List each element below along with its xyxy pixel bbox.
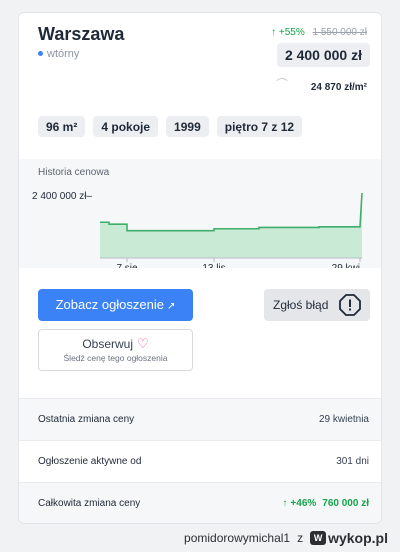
market-label: wtórny — [47, 48, 80, 60]
listing-tags: 96 m² 4 pokoje 1999 piętro 7 z 12 — [38, 116, 303, 137]
report-error-label: Zgłoś błąd — [273, 298, 329, 312]
view-listing-button[interactable]: Zobacz ogłoszenie ↗ — [38, 289, 193, 321]
market-dot-icon — [38, 51, 43, 56]
footer-via: z — [297, 531, 304, 545]
follow-label: Obserwuj — [82, 337, 134, 351]
tag-year: 1999 — [166, 116, 209, 137]
x-tick-label: 29 kwi — [332, 263, 360, 268]
old-price: 1 550 000 zł — [312, 27, 368, 38]
price-change: ↑ +55% 1 550 000 zł — [271, 27, 367, 38]
chart-line — [100, 192, 363, 232]
footer: pomidorowymichal1 z W wykop.pl — [184, 530, 388, 546]
stat-row-total-change: Całkowita zmiana ceny ↑ +46% 760 000 zł — [19, 482, 381, 523]
x-tick-label: 13 lis — [202, 263, 225, 268]
history-title: Historia cenowa — [38, 167, 110, 178]
stat-value: ↑ +46% 760 000 zł — [282, 498, 369, 509]
stat-row-last-change: Ostatnia zmiana ceny 29 kwietnia — [19, 398, 381, 440]
tag-area: 96 m² — [38, 116, 86, 137]
listing-card: Warszawa wtórny ↑ +55% 1 550 000 zł 2 40… — [18, 12, 382, 524]
external-link-icon: ↗ — [167, 301, 176, 312]
history-price-label: 2 400 000 zł– — [32, 191, 93, 202]
footer-user[interactable]: pomidorowymichal1 — [184, 531, 290, 545]
heart-icon: ♡ — [137, 336, 149, 351]
total-amount: 760 000 zł — [322, 498, 369, 509]
stat-label: Całkowita zmiana ceny — [38, 498, 141, 509]
warning-octagon-icon — [339, 294, 361, 316]
stat-label: Ostatnia zmiana ceny — [38, 414, 135, 425]
wykop-brand: wykop.pl — [328, 530, 388, 546]
stat-label: Ogłoszenie aktywne od — [38, 456, 142, 467]
wykop-logo[interactable]: W wykop.pl — [310, 530, 388, 546]
x-tick-label: 7 sie — [116, 263, 138, 268]
listing-stats: Ostatnia zmiana ceny 29 kwietnia Ogłosze… — [19, 398, 381, 523]
tag-floor: piętro 7 z 12 — [216, 116, 303, 137]
follow-subtitle: Śledź cenę tego ogłoszenia — [63, 353, 168, 363]
current-price: 2 400 000 zł — [276, 43, 370, 67]
stat-value: 301 dni — [336, 456, 369, 467]
total-percent: +46% — [290, 498, 317, 509]
price-per-m2: 24 870 zł/m² — [310, 82, 367, 93]
market-type: wtórny — [38, 48, 79, 60]
change-percent: +55% — [278, 27, 305, 38]
arrow-up-icon: ↑ — [271, 27, 277, 38]
tag-rooms: 4 pokoje — [93, 116, 159, 137]
arrow-up-icon: ↑ — [282, 498, 288, 509]
wykop-logo-icon: W — [310, 531, 327, 545]
listing-city: Warszawa — [38, 24, 125, 44]
follow-button[interactable]: Obserwuj ♡ Śledź cenę tego ogłoszenia — [38, 329, 193, 371]
loading-spinner-icon — [274, 78, 290, 94]
view-listing-label: Zobacz ogłoszenie — [55, 297, 164, 312]
report-error-button[interactable]: Zgłoś błąd — [264, 289, 370, 321]
price-history: 7 sie 13 lis 29 kwi Historia cenowa 2 400 … — [19, 159, 381, 268]
stat-row-active-since: Ogłoszenie aktywne od 301 dni — [19, 440, 381, 482]
stat-value: 29 kwietnia — [318, 414, 369, 425]
chart-area — [100, 193, 362, 258]
